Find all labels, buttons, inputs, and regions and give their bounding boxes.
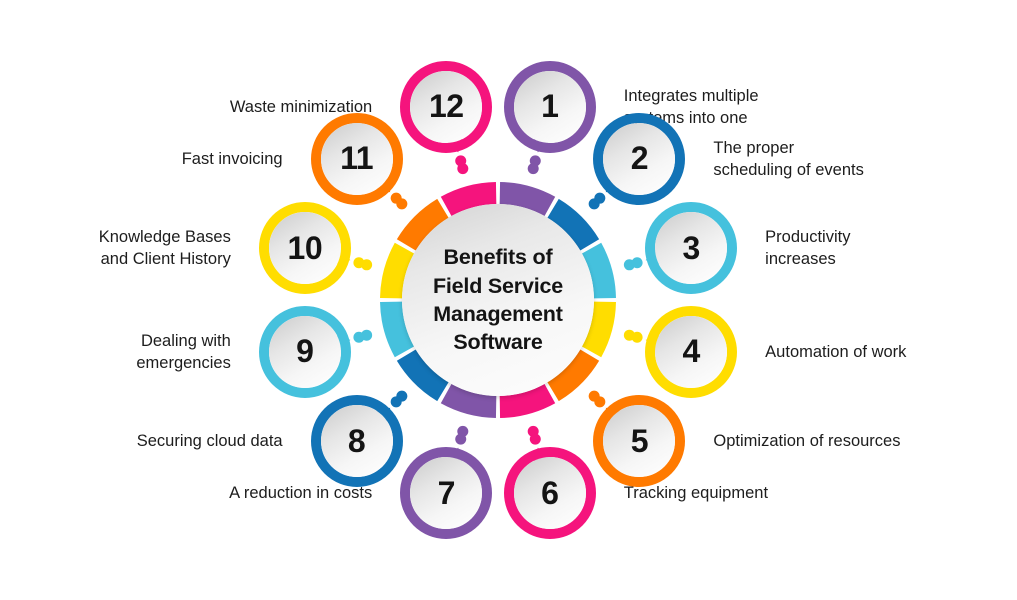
node-6[interactable]: 6 xyxy=(502,445,598,541)
connector-dot-4-outer xyxy=(631,331,643,343)
connector-line-3 xyxy=(629,261,638,266)
connector-dot-1-inner xyxy=(527,163,539,175)
node-label-8: Securing cloud data xyxy=(136,432,283,451)
node-label-5: Optimization of resources xyxy=(713,432,901,451)
connector-dot-3-inner xyxy=(623,259,635,271)
node-number-9: 9 xyxy=(296,333,314,370)
node-1[interactable]: 1 xyxy=(502,59,598,155)
node-number-6: 6 xyxy=(541,474,559,511)
node-number-12: 12 xyxy=(428,88,464,125)
connector-dot-10-outer xyxy=(353,257,365,269)
center-hub: Benefits of Field Service Management Sof… xyxy=(380,182,616,418)
node-5[interactable]: 5 xyxy=(591,393,687,489)
node-7[interactable]: 7 xyxy=(398,445,494,541)
connector-dot-9-outer xyxy=(353,331,365,343)
connector-dot-12-inner xyxy=(457,163,469,175)
node-10[interactable]: 10 xyxy=(257,200,353,296)
connector-dot-12-outer xyxy=(455,155,467,167)
node-label-4: Automation of work xyxy=(765,342,907,361)
node-9[interactable]: 9 xyxy=(257,304,353,400)
node-label-2: The proper scheduling of events xyxy=(713,138,864,179)
node-number-1: 1 xyxy=(541,88,559,125)
node-number-11: 11 xyxy=(340,140,373,177)
node-4[interactable]: 4 xyxy=(643,304,739,400)
connector-dot-7-outer xyxy=(455,433,467,445)
node-label-12: Waste minimization xyxy=(229,97,373,116)
node-11[interactable]: 11 xyxy=(309,111,405,207)
node-number-7: 7 xyxy=(437,474,456,511)
connector-line-1 xyxy=(532,160,537,169)
node-number-4: 4 xyxy=(682,333,701,370)
connector-line-6 xyxy=(532,431,537,440)
node-label-11: Fast invoicing xyxy=(181,149,283,168)
connector-dot-3-outer xyxy=(631,257,643,269)
connector-line-9 xyxy=(358,334,367,339)
connector-dot-4-inner xyxy=(623,329,635,341)
node-number-5: 5 xyxy=(630,422,649,459)
node-label-9: Dealing with emergencies xyxy=(136,331,231,372)
node-12[interactable]: 12 xyxy=(398,59,494,155)
hub-core: Benefits of Field Service Management Sof… xyxy=(402,204,594,396)
node-number-10: 10 xyxy=(287,229,323,266)
node-label-3: Productivity increases xyxy=(765,228,851,269)
node-3[interactable]: 3 xyxy=(643,200,739,296)
node-2[interactable]: 2 xyxy=(591,111,687,207)
node-number-3: 3 xyxy=(682,229,701,266)
connector-dot-6-inner xyxy=(527,425,539,437)
connector-dot-6-outer xyxy=(529,433,541,445)
connector-line-10 xyxy=(358,261,367,266)
connector-dot-10-inner xyxy=(361,259,373,271)
connector-dot-9-inner xyxy=(361,329,373,341)
node-8[interactable]: 8 xyxy=(309,393,405,489)
page-title: Benefits of Field Service Management Sof… xyxy=(432,245,564,355)
connector-line-4 xyxy=(629,334,638,339)
node-number-8: 8 xyxy=(347,422,366,459)
node-label-10: Knowledge Bases and Client History xyxy=(98,228,231,269)
connector-dot-1-outer xyxy=(529,155,541,167)
connector-line-7 xyxy=(459,431,464,440)
connector-dot-7-inner xyxy=(457,425,469,437)
infographic-canvas: Benefits of Field Service Management Sof… xyxy=(0,0,1017,600)
node-label-6: Tracking equipment xyxy=(623,484,769,503)
node-number-2: 2 xyxy=(630,140,649,177)
connector-line-12 xyxy=(459,160,464,169)
